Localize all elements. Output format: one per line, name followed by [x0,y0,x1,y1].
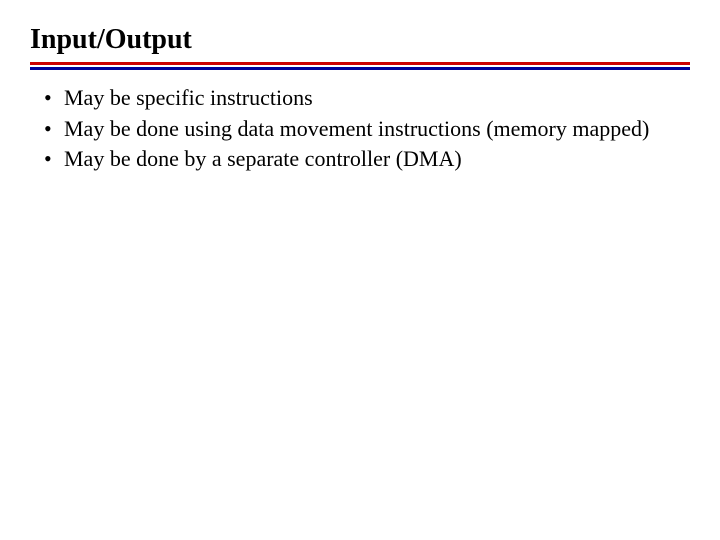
list-item: May be done by a separate controller (DM… [36,145,690,174]
slide-title: Input/Output [30,24,690,60]
bullet-list: May be specific instructions May be done… [36,84,690,174]
slide-content: May be specific instructions May be done… [30,70,690,174]
list-item: May be done using data movement instruct… [36,115,690,144]
title-divider [30,62,690,70]
list-item: May be specific instructions [36,84,690,113]
